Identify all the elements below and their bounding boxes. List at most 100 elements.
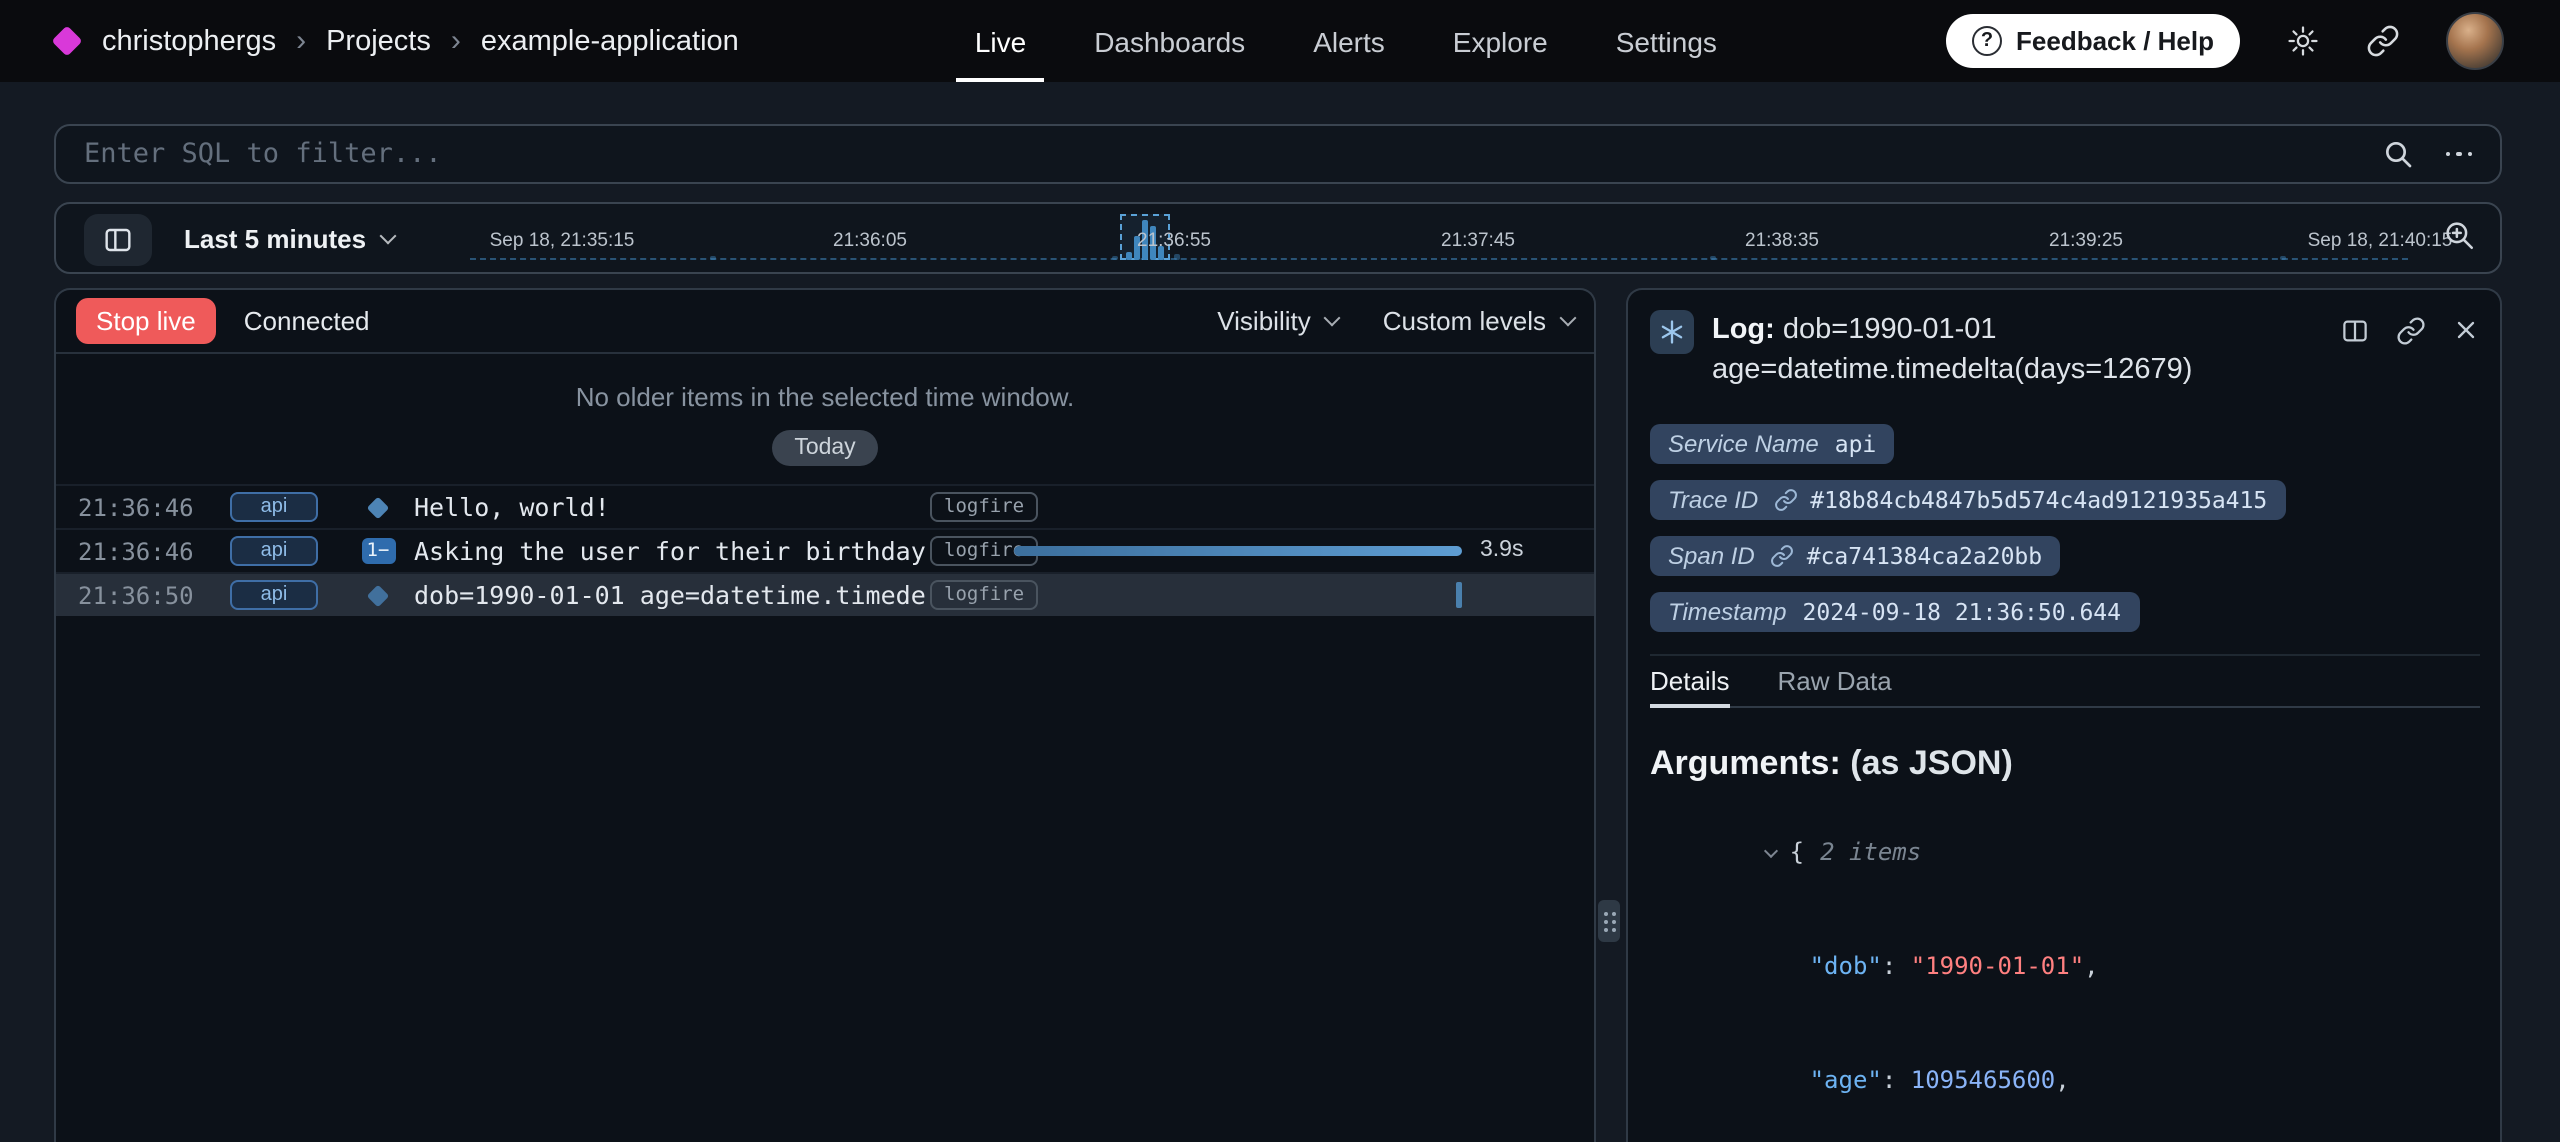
- tab-alerts[interactable]: Alerts: [1313, 0, 1385, 82]
- log-time-marker: [1456, 582, 1462, 608]
- log-timestamp: 21:36:50: [78, 581, 194, 609]
- detail-header: Log: dob=1990-01-01 age=datetime.timedel…: [1650, 310, 2480, 390]
- scope-tag: logfire: [930, 580, 1038, 610]
- histogram-bar: [1126, 252, 1132, 260]
- theme-toggle-sun-icon[interactable]: [2286, 24, 2320, 58]
- tab-live[interactable]: Live: [975, 0, 1026, 82]
- chevron-down-icon: [1560, 310, 1577, 327]
- log-timestamp: 21:36:46: [78, 537, 194, 565]
- attribute-label: Service Name: [1668, 430, 1819, 458]
- link-icon: [1774, 488, 1798, 512]
- more-options-icon[interactable]: [2445, 152, 2472, 157]
- logfire-logo-icon[interactable]: [51, 25, 82, 56]
- sql-filter-input[interactable]: [84, 138, 2349, 170]
- json-key: "dob": [1810, 952, 1882, 980]
- help-circle-icon: ?: [1972, 26, 2002, 56]
- log-row[interactable]: 21:36:46 api 1− Asking the user for thei…: [56, 528, 1594, 572]
- json-open-brace: {: [1790, 838, 1804, 866]
- service-badge[interactable]: api: [230, 536, 318, 566]
- detail-title-prefix: Log:: [1712, 314, 1775, 346]
- feedback-label: Feedback / Help: [2016, 26, 2214, 56]
- service-badge[interactable]: api: [230, 580, 318, 610]
- json-line: "age": 1095465600,: [1650, 1024, 2480, 1138]
- stop-live-button[interactable]: Stop live: [76, 298, 216, 344]
- visibility-label: Visibility: [1217, 306, 1310, 336]
- breadcrumb-project[interactable]: example-application: [481, 25, 739, 57]
- detail-title-body: dob=1990-01-01 age=datetime.timedelta(da…: [1712, 314, 2192, 386]
- chevron-down-icon: [380, 227, 397, 244]
- span-duration-label: 3.9s: [1480, 538, 1524, 562]
- tab-settings[interactable]: Settings: [1616, 0, 1717, 82]
- log-row-selected[interactable]: 21:36:50 api dob=1990-01-01 age=datetime…: [56, 572, 1594, 616]
- timeline-baseline: [470, 258, 2408, 260]
- connection-status: Connected: [244, 306, 370, 336]
- live-panel-controls: Visibility Custom levels: [1217, 306, 1574, 336]
- collapse-count-badge[interactable]: 1−: [361, 538, 395, 564]
- arguments-json: {2 items "dob": "1990-01-01", "age": 109…: [1650, 796, 2480, 1142]
- tab-details[interactable]: Details: [1650, 656, 1730, 706]
- json-line: {2 items: [1650, 796, 2480, 910]
- log-message: Asking the user for their birthday: [414, 536, 926, 566]
- custom-levels-dropdown[interactable]: Custom levels: [1383, 306, 1574, 336]
- log-level-icon: [1650, 310, 1694, 354]
- timeline-bar: Last 5 minutes Sep 18, 21:35:15 21:36:05…: [54, 202, 2502, 274]
- json-line: "dob": "1990-01-01",: [1650, 910, 2480, 1024]
- histogram-bar: [710, 256, 716, 260]
- json-items-note: 2 items: [1820, 838, 1921, 866]
- breadcrumb-projects[interactable]: Projects: [326, 25, 431, 57]
- navbar-actions: ? Feedback / Help: [1946, 12, 2504, 70]
- timeline-plot[interactable]: Sep 18, 21:35:15 21:36:05 21:36:55 21:37…: [470, 204, 2408, 272]
- panel-resize-handle[interactable]: [1598, 900, 1620, 942]
- collapse-caret-icon[interactable]: [1764, 844, 1778, 858]
- json-number-value: 1095465600: [1911, 1066, 2056, 1094]
- arguments-title: Arguments:: [1650, 744, 1841, 782]
- feedback-help-button[interactable]: ? Feedback / Help: [1946, 14, 2240, 68]
- today-button[interactable]: Today: [772, 430, 877, 466]
- attribute-pill-timestamp[interactable]: Timestamp 2024-09-18 21:36:50.644: [1650, 592, 2139, 632]
- timeline-tick: Sep 18, 21:40:15: [2308, 230, 2453, 252]
- attribute-pill-trace-id[interactable]: Trace ID #18b84cb4847b5d574c4ad9121935a4…: [1650, 480, 2285, 520]
- attribute-value: api: [1835, 430, 1877, 458]
- attribute-value: 2024-09-18 21:36:50.644: [1803, 598, 2122, 626]
- sidebar-toggle-button[interactable]: [84, 214, 152, 266]
- expand-panel-icon[interactable]: [2340, 316, 2370, 346]
- detail-tabs: Details Raw Data: [1650, 654, 2480, 708]
- today-wrap: Today: [56, 428, 1594, 466]
- breadcrumb-org[interactable]: christophergs: [102, 25, 276, 57]
- attribute-pill-service-name[interactable]: Service Name api: [1650, 424, 1894, 464]
- json-comma: ,: [2084, 952, 2098, 980]
- live-panel-header: Stop live Connected Visibility Custom le…: [56, 290, 1594, 354]
- timeline-tick: 21:39:25: [2049, 230, 2123, 252]
- arguments-suffix: (as JSON): [1850, 744, 2013, 782]
- app-root: christophergs › Projects › example-appli…: [0, 0, 2560, 1142]
- top-navbar: christophergs › Projects › example-appli…: [0, 0, 2560, 82]
- json-comma: ,: [2055, 1066, 2069, 1094]
- timeline-tick: 21:38:35: [1745, 230, 1819, 252]
- attribute-label: Span ID: [1668, 542, 1755, 570]
- tab-dashboards[interactable]: Dashboards: [1094, 0, 1245, 82]
- zoom-in-icon[interactable]: [2442, 218, 2476, 258]
- service-badge[interactable]: api: [230, 492, 318, 522]
- timeline-tick: 21:36:05: [833, 230, 907, 252]
- breadcrumb-separator-icon: ›: [296, 24, 306, 58]
- tab-raw-data[interactable]: Raw Data: [1778, 656, 1892, 706]
- close-icon[interactable]: [2452, 316, 2480, 344]
- timeline-tick: Sep 18, 21:35:15: [490, 230, 635, 252]
- attribute-pill-span-id[interactable]: Span ID #ca741384ca2a20bb: [1650, 536, 2060, 576]
- arguments-heading: Arguments: (as JSON): [1650, 744, 2480, 784]
- copy-link-icon[interactable]: [2396, 316, 2426, 346]
- timeline-tick: 21:37:45: [1441, 230, 1515, 252]
- share-link-icon[interactable]: [2366, 24, 2400, 58]
- row-icon-slot: 1−: [358, 538, 398, 564]
- time-range-dropdown[interactable]: Last 5 minutes: [184, 204, 394, 272]
- log-row[interactable]: 21:36:46 api Hello, world! logfire: [56, 484, 1594, 528]
- tab-explore[interactable]: Explore: [1453, 0, 1548, 82]
- empty-window-notice: No older items in the selected time wind…: [56, 382, 1594, 412]
- custom-levels-label: Custom levels: [1383, 306, 1546, 336]
- histogram-bar: [1710, 256, 1716, 260]
- histogram-bar: [2280, 256, 2286, 260]
- visibility-dropdown[interactable]: Visibility: [1217, 306, 1338, 336]
- search-icon[interactable]: [2381, 138, 2413, 170]
- attribute-pills: Service Name api Trace ID #18b84cb4847b5…: [1650, 424, 2480, 632]
- user-avatar[interactable]: [2446, 12, 2504, 70]
